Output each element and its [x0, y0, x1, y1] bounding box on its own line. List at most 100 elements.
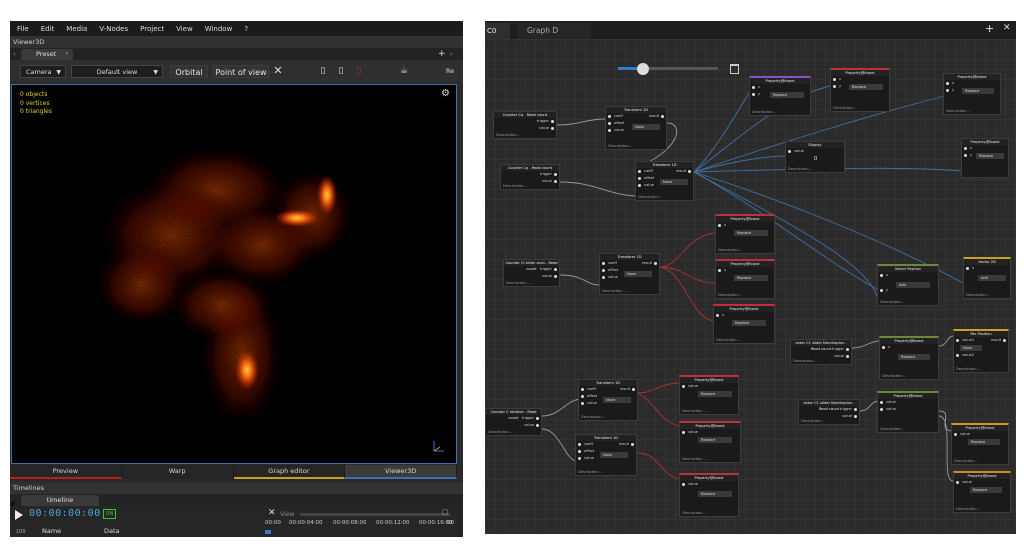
- mode-select[interactable]: Add: [978, 275, 1006, 281]
- port-pin[interactable]: [954, 433, 957, 436]
- port-pin[interactable]: [638, 184, 641, 187]
- reset-view-icon[interactable]: ✕: [272, 65, 284, 77]
- node-port[interactable]: value: [680, 481, 738, 488]
- mode-select[interactable]: Replace: [698, 491, 732, 497]
- camera-dropdown[interactable]: Camera ▼: [20, 65, 66, 78]
- tab-preview[interactable]: Preview: [10, 465, 122, 479]
- split-right-icon[interactable]: ▯: [335, 65, 347, 77]
- port-pin[interactable]: [880, 401, 883, 404]
- counter-node[interactable]: Counter C rotation - Read count trigger …: [485, 408, 542, 436]
- port-pin[interactable]: [581, 388, 584, 391]
- transform-node[interactable]: Transform 1D coeff result offset None val…: [605, 106, 667, 150]
- mode-select[interactable]: Replace: [732, 320, 766, 326]
- port-pin[interactable]: [581, 402, 584, 405]
- mode-select[interactable]: None: [960, 345, 982, 351]
- add-node[interactable]: Vector 2D x Add Description...: [963, 257, 1011, 299]
- counter-node[interactable]: Counter Cp - Read count trigger value De…: [500, 164, 560, 190]
- property-node[interactable]: Property@Iband value Replace Description…: [951, 423, 1009, 465]
- node-port[interactable]: y: [831, 83, 889, 90]
- node-port[interactable]: value: [786, 148, 844, 155]
- node-port[interactable]: x: [878, 272, 938, 279]
- port-pin[interactable]: [554, 180, 557, 183]
- property-node[interactable]: Property@Iband value Replace Description…: [679, 375, 739, 415]
- port-pin[interactable]: [661, 115, 664, 118]
- menu-view[interactable]: View: [176, 25, 193, 33]
- property-node[interactable]: Property@Iband x Replace Description...: [715, 214, 775, 254]
- node-port[interactable]: value: [606, 127, 666, 134]
- mix-node[interactable]: Mix Position value1 result None value2 De…: [953, 329, 1009, 373]
- port-pin[interactable]: [682, 483, 685, 486]
- menu-help[interactable]: ?: [244, 25, 248, 33]
- property-node[interactable]: Property@Iband x Replace Description...: [713, 304, 775, 344]
- property-node[interactable]: Property@Iband x Replace y: [961, 138, 1009, 178]
- port-pin[interactable]: [608, 122, 611, 125]
- tab-viewer3d[interactable]: Viewer3D: [345, 465, 457, 479]
- property-node[interactable]: Property@Iband x Replace y Description..…: [830, 68, 890, 112]
- mode-select[interactable]: Replace: [734, 230, 768, 236]
- property-node[interactable]: Property@Iband x Replace Description...: [715, 259, 775, 299]
- tab-warp[interactable]: Warp: [121, 465, 234, 479]
- port-pin[interactable]: [554, 268, 557, 271]
- node-port[interactable]: value: [680, 429, 740, 436]
- port-pin[interactable]: [682, 431, 685, 434]
- port-pin[interactable]: [846, 348, 849, 351]
- port-pin[interactable]: [554, 173, 557, 176]
- port-pin[interactable]: [946, 89, 949, 92]
- menu-file[interactable]: File: [17, 25, 29, 33]
- port-pin[interactable]: [964, 154, 967, 157]
- port-pin[interactable]: [638, 177, 641, 180]
- default-view-dropdown[interactable]: Default view ▼: [71, 65, 163, 78]
- viewer3d-viewport[interactable]: 0 objects 0 vertices 0 triangles ⚙: [11, 84, 457, 464]
- node-port[interactable]: value: [576, 455, 636, 462]
- node-port[interactable]: value: [878, 399, 938, 406]
- port-pin[interactable]: [554, 275, 557, 278]
- port-pin[interactable]: [608, 129, 611, 132]
- port-pin[interactable]: [578, 443, 581, 446]
- property-node[interactable]: Property@Iband value value Description..…: [877, 391, 939, 433]
- mode-select[interactable]: Replace: [698, 437, 732, 443]
- property-node[interactable]: Property@Iband value Replace Description…: [679, 421, 741, 463]
- close-icon[interactable]: ✕: [268, 508, 276, 518]
- view-range-bar[interactable]: [300, 513, 450, 516]
- port-pin[interactable]: [788, 150, 791, 153]
- port-pin[interactable]: [882, 346, 885, 349]
- node-port[interactable]: trigger: [791, 346, 851, 353]
- node-port[interactable]: trigger: [504, 266, 559, 273]
- menu-media[interactable]: Media: [66, 25, 87, 33]
- port-pin[interactable]: [631, 443, 634, 446]
- port-pin[interactable]: [966, 267, 969, 270]
- port-pin[interactable]: [718, 224, 721, 227]
- port-pin[interactable]: [752, 86, 755, 89]
- small-toggle-icon[interactable]: ▢: [442, 508, 449, 516]
- node-port[interactable]: value: [600, 274, 659, 281]
- counter-node[interactable]: Counter Cl slider scan - Read count trig…: [503, 259, 560, 287]
- node-port[interactable]: y: [750, 91, 810, 98]
- port-pin[interactable]: [551, 120, 554, 123]
- node-port[interactable]: coeff result: [600, 260, 659, 267]
- node-port[interactable]: x: [714, 312, 774, 319]
- node-port[interactable]: value: [486, 422, 541, 429]
- mode-select[interactable]: Replace: [698, 391, 732, 397]
- port-pin[interactable]: [608, 115, 611, 118]
- port-pin[interactable]: [716, 314, 719, 317]
- node-port[interactable]: x: [962, 145, 1008, 152]
- node-port[interactable]: trigger: [501, 171, 559, 178]
- node-port[interactable]: value: [504, 273, 559, 280]
- add-node[interactable]: Select Position x Add y Description...: [877, 264, 939, 306]
- add-tab-icon[interactable]: +: [438, 48, 446, 60]
- port-pin[interactable]: [602, 269, 605, 272]
- port-pin[interactable]: [578, 450, 581, 453]
- port-pin[interactable]: [578, 457, 581, 460]
- port-pin[interactable]: [880, 408, 883, 411]
- reset-label[interactable]: Re: [440, 65, 460, 77]
- menu-edit[interactable]: Edit: [41, 25, 55, 33]
- tab-scroll-left-icon[interactable]: ‹: [13, 48, 16, 60]
- node-port[interactable]: y: [962, 152, 1008, 159]
- node-port[interactable]: y: [878, 287, 938, 294]
- node-port[interactable]: value: [579, 400, 637, 407]
- menu-v-nodes[interactable]: V-Nodes: [99, 25, 128, 33]
- port-pin[interactable]: [964, 147, 967, 150]
- port-pin[interactable]: [956, 354, 959, 357]
- property-node[interactable]: Property@Iband x Replace y Description..…: [943, 73, 1001, 115]
- tab-graph-editor[interactable]: Graph editor: [233, 465, 346, 479]
